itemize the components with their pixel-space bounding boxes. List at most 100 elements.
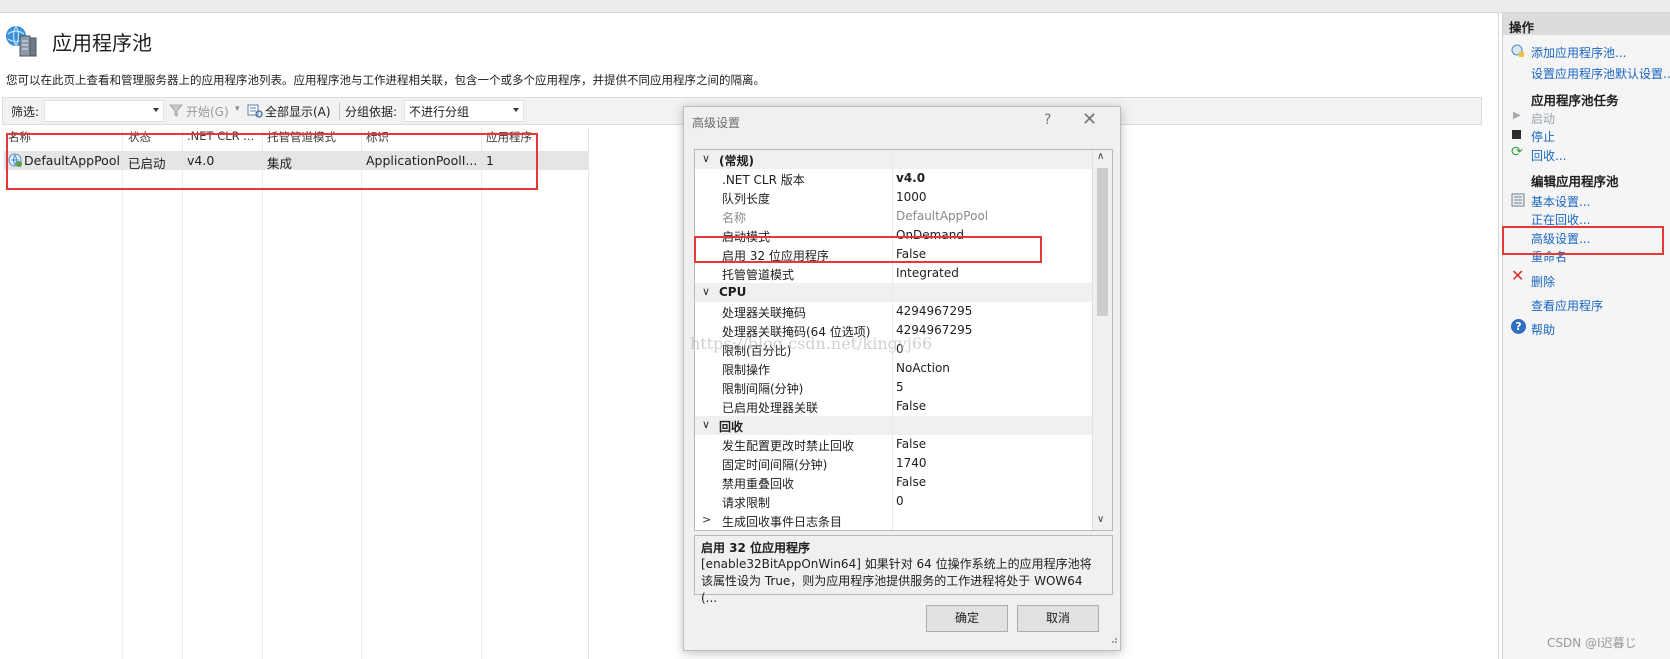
chevron-down-icon[interactable]: ∨ xyxy=(702,285,710,298)
property-name: 名称 xyxy=(722,211,747,225)
dialog-help-button[interactable]: ? xyxy=(1044,112,1051,128)
property-value[interactable]: v4.0 xyxy=(896,171,925,185)
property-value[interactable]: DefaultAppPool xyxy=(896,209,988,223)
grid-property-row[interactable]: 发生配置更改时禁止回收 False xyxy=(695,435,1092,454)
set-pool-defaults-link[interactable]: 设置应用程序池默认设置... xyxy=(1531,65,1670,82)
grid-property-row[interactable]: 队列长度 1000 xyxy=(695,188,1092,207)
property-value[interactable]: False xyxy=(896,475,926,489)
property-name: 处理器关联掩码 xyxy=(722,306,807,320)
highlight-annotation xyxy=(6,133,538,190)
pool-tasks-section: 应用程序池任务 xyxy=(1531,93,1619,108)
grid-property-row[interactable]: 限制间隔(分钟) 5 xyxy=(695,378,1092,397)
property-name: 生成回收事件日志条目 xyxy=(722,515,843,529)
grid-property-row[interactable]: 固定时间间隔(分钟) 1740 xyxy=(695,454,1092,473)
stop-icon xyxy=(1512,130,1521,139)
chevron-down-icon[interactable]: ∨ xyxy=(702,152,710,165)
recycle-icon: ⟳ xyxy=(1511,144,1523,160)
funnel-icon xyxy=(169,104,183,117)
grid-property-row[interactable]: 处理器关联掩码 4294967295 xyxy=(695,302,1092,321)
chevron-right-icon[interactable]: > xyxy=(702,513,711,526)
property-name: (常规) xyxy=(719,154,754,168)
recycle-pool-link[interactable]: 回收... xyxy=(1531,147,1566,164)
basic-settings-icon xyxy=(1511,193,1525,207)
property-value[interactable]: 0 xyxy=(896,494,904,508)
property-value[interactable]: 1740 xyxy=(896,456,927,470)
property-name: 限制间隔(分钟) xyxy=(722,382,804,396)
chevron-down-icon xyxy=(513,108,519,112)
delete-link[interactable]: 删除 xyxy=(1531,273,1555,290)
property-value[interactable]: Integrated xyxy=(896,266,959,280)
stop-pool-link[interactable]: 停止 xyxy=(1531,128,1555,145)
grid-property-row[interactable]: 托管管道模式 Integrated xyxy=(695,264,1092,283)
grid-property-row[interactable]: 限制操作 NoAction xyxy=(695,359,1092,378)
grid-category-row[interactable]: ∨ 回收 xyxy=(695,416,1092,435)
grid-category-row[interactable]: ∨ CPU xyxy=(695,283,1092,302)
scrollbar-thumb[interactable] xyxy=(1097,168,1108,316)
show-all-button[interactable]: 全部显示(A) xyxy=(265,103,331,120)
show-all-icon xyxy=(247,104,263,118)
cancel-button[interactable]: 取消 xyxy=(1017,605,1099,632)
page-description: 您可以在此页上查看和管理服务器上的应用程序池列表。应用程序池与工作进程相关联，包… xyxy=(6,73,765,87)
delete-icon: ✕ xyxy=(1511,266,1525,285)
grid-property-row[interactable]: 请求限制 0 xyxy=(695,492,1092,511)
description-text: [enable32BitAppOnWin64] 如果针对 64 位操作系统上的应… xyxy=(701,557,1092,605)
edit-pool-section: 编辑应用程序池 xyxy=(1531,174,1619,189)
close-icon[interactable]: ✕ xyxy=(1082,109,1097,130)
property-value[interactable]: False xyxy=(896,399,926,413)
start-pool-link[interactable]: 启动 xyxy=(1531,110,1555,127)
property-value[interactable]: False xyxy=(896,437,926,451)
property-value[interactable]: 4294967295 xyxy=(896,304,972,318)
toolbar-separator xyxy=(339,102,340,120)
property-name: 请求限制 xyxy=(722,496,771,510)
play-icon: ▶ xyxy=(1513,110,1521,121)
help-link[interactable]: 帮助 xyxy=(1531,321,1555,338)
group-by-value: 不进行分组 xyxy=(409,105,470,119)
property-value[interactable]: 1000 xyxy=(896,190,927,204)
highlight-annotation xyxy=(1502,226,1664,255)
scroll-up-icon[interactable]: ∧ xyxy=(1097,151,1104,162)
window-top-strip xyxy=(0,0,1670,13)
group-by-label: 分组依据: xyxy=(345,105,398,119)
chevron-down-icon xyxy=(153,108,159,112)
highlight-annotation xyxy=(694,236,1042,263)
property-name: 已启用处理器关联 xyxy=(722,401,819,415)
grid-scrollbar[interactable]: ∧ ∨ xyxy=(1092,150,1112,530)
add-app-pool-link[interactable]: 添加应用程序池... xyxy=(1531,44,1626,61)
grid-property-row[interactable]: 禁用重叠回收 False xyxy=(695,473,1092,492)
globe-server-icon xyxy=(6,25,37,57)
grid-category-row[interactable]: ∨ (常规) xyxy=(695,150,1092,169)
view-applications-link[interactable]: 查看应用程序 xyxy=(1531,297,1603,314)
grid-property-row[interactable]: 名称 DefaultAppPool xyxy=(695,207,1092,226)
property-name: 托管管道模式 xyxy=(722,268,795,282)
start-filter-button[interactable]: 开始(G) xyxy=(186,103,229,120)
ok-button[interactable]: 确定 xyxy=(926,605,1008,632)
description-title: 启用 32 位应用程序 xyxy=(701,541,811,555)
grid-property-row[interactable]: 已启用处理器关联 False xyxy=(695,397,1092,416)
help-icon: ? xyxy=(1511,319,1526,334)
property-name: 限制操作 xyxy=(722,363,771,377)
property-value[interactable]: NoAction xyxy=(896,361,950,375)
filter-input[interactable] xyxy=(44,100,164,122)
property-name: 禁用重叠回收 xyxy=(722,477,795,491)
chevron-down-icon[interactable]: ∨ xyxy=(702,418,710,431)
actions-title: 操作 xyxy=(1509,20,1535,35)
property-description: 启用 32 位应用程序 [enable32BitAppOnWin64] 如果针对… xyxy=(694,535,1113,605)
filter-label: 筛选: xyxy=(11,105,40,119)
resize-grip-icon[interactable] xyxy=(1108,634,1118,644)
actions-header: 操作 xyxy=(1503,13,1670,35)
actions-pane: 操作 添加应用程序池... 设置应用程序池默认设置... 应用程序池任务 ▶ 启… xyxy=(1502,13,1670,659)
grid-property-row[interactable]: .NET CLR 版本 v4.0 xyxy=(695,169,1092,188)
property-name: 发生配置更改时禁止回收 xyxy=(722,439,855,453)
grid-property-row[interactable]: > 生成回收事件日志条目 xyxy=(695,511,1092,530)
page-title: 应用程序池 xyxy=(52,31,152,55)
add-pool-icon xyxy=(1511,44,1524,57)
property-value[interactable]: 5 xyxy=(896,380,904,394)
advanced-settings-dialog: 高级设置 ? ✕ > 生成回收事件日志条目 请求限制 0 禁用重叠回收 False 固定时间… xyxy=(683,106,1121,651)
csdn-badge: CSDN @I迟暮じ xyxy=(1547,636,1637,650)
watermark-text: https://blog.csdn.net/kingyj66 xyxy=(690,334,933,353)
scroll-down-icon[interactable]: ∨ xyxy=(1097,514,1104,525)
basic-settings-link[interactable]: 基本设置... xyxy=(1531,193,1590,210)
group-by-select[interactable]: 不进行分组 xyxy=(404,100,524,122)
dialog-title: 高级设置 xyxy=(692,116,741,130)
chevron-down-icon: ▾ xyxy=(235,104,240,114)
